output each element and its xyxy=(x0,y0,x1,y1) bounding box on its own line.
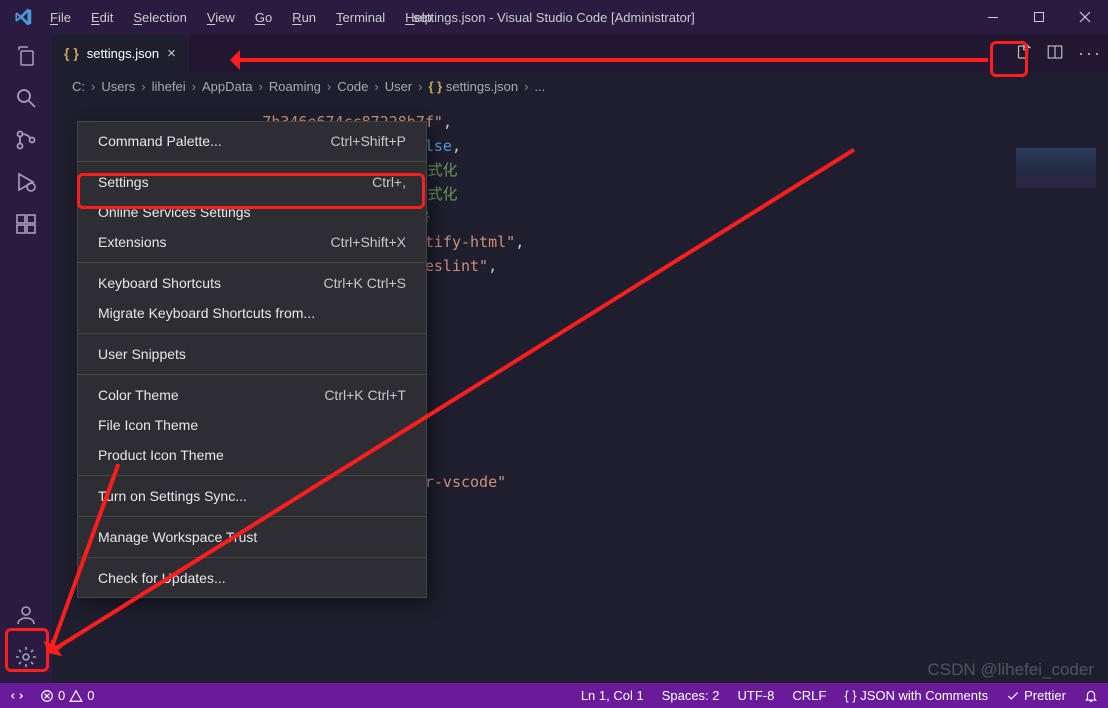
source-control-icon[interactable] xyxy=(12,126,40,154)
tab-label: settings.json xyxy=(87,46,159,61)
menu-item-online-services-settings[interactable]: Online Services Settings xyxy=(78,197,426,227)
vscode-logo-icon xyxy=(14,8,32,26)
breadcrumb-segment[interactable]: Users xyxy=(101,79,135,94)
menu-item-keyboard-shortcuts[interactable]: Keyboard ShortcutsCtrl+K Ctrl+S xyxy=(78,268,426,298)
breadcrumb-segment[interactable]: { } settings.json xyxy=(428,79,518,94)
close-icon[interactable]: × xyxy=(167,46,176,61)
menu-item-product-icon-theme[interactable]: Product Icon Theme xyxy=(78,440,426,470)
breadcrumb-segment[interactable]: Code xyxy=(337,79,368,94)
menu-selection[interactable]: Selection xyxy=(125,6,194,29)
menu-item-migrate-keyboard-shortcuts-from[interactable]: Migrate Keyboard Shortcuts from... xyxy=(78,298,426,328)
minimize-button[interactable] xyxy=(970,0,1016,34)
menu-terminal[interactable]: Terminal xyxy=(328,6,393,29)
open-settings-ui-icon[interactable] xyxy=(1014,43,1032,64)
breadcrumb-segment[interactable]: Roaming xyxy=(269,79,321,94)
notifications-bell-icon[interactable] xyxy=(1084,689,1098,703)
indentation[interactable]: Spaces: 2 xyxy=(662,688,720,703)
menu-view[interactable]: View xyxy=(199,6,243,29)
extensions-icon[interactable] xyxy=(12,210,40,238)
window-controls xyxy=(970,0,1108,34)
tab-settings-json[interactable]: { } settings.json × xyxy=(52,34,189,72)
problems-indicator[interactable]: 0 0 xyxy=(40,688,94,703)
language-mode[interactable]: { } JSON with Comments xyxy=(844,688,988,703)
breadcrumb-segment[interactable]: AppData xyxy=(202,79,253,94)
menu-item-color-theme[interactable]: Color ThemeCtrl+K Ctrl+T xyxy=(78,380,426,410)
breadcrumbs[interactable]: C:›Users›lihefei›AppData›Roaming›Code›Us… xyxy=(52,72,1108,100)
cursor-position[interactable]: Ln 1, Col 1 xyxy=(581,688,644,703)
menu-item-turn-on-settings-sync[interactable]: Turn on Settings Sync... xyxy=(78,481,426,511)
breadcrumb-segment[interactable]: ... xyxy=(534,79,545,94)
window-title: settings.json - Visual Studio Code [Admi… xyxy=(413,10,695,25)
status-bar: 0 0 Ln 1, Col 1 Spaces: 2 UTF-8 CRLF { }… xyxy=(0,683,1108,708)
run-debug-icon[interactable] xyxy=(12,168,40,196)
breadcrumb-segment[interactable]: User xyxy=(385,79,412,94)
watermark: CSDN @lihefei_coder xyxy=(927,660,1094,680)
menu-go[interactable]: Go xyxy=(247,6,280,29)
close-button[interactable] xyxy=(1062,0,1108,34)
menu-file[interactable]: File xyxy=(42,6,79,29)
json-icon: { } xyxy=(64,45,79,61)
menu-item-check-for-updates[interactable]: Check for Updates... xyxy=(78,563,426,593)
menu-item-settings[interactable]: SettingsCtrl+, xyxy=(78,167,426,197)
accounts-icon[interactable] xyxy=(12,601,40,629)
explorer-icon[interactable] xyxy=(12,42,40,70)
menu-edit[interactable]: Edit xyxy=(83,6,121,29)
maximize-button[interactable] xyxy=(1016,0,1062,34)
more-actions-icon[interactable]: ··· xyxy=(1078,43,1102,64)
remote-indicator[interactable] xyxy=(10,689,24,703)
search-icon[interactable] xyxy=(12,84,40,112)
menu-item-user-snippets[interactable]: User Snippets xyxy=(78,339,426,369)
manage-gear-icon[interactable] xyxy=(12,643,40,671)
prettier-status[interactable]: Prettier xyxy=(1006,688,1066,703)
activity-bar xyxy=(0,34,52,683)
menu-item-command-palette[interactable]: Command Palette...Ctrl+Shift+P xyxy=(78,126,426,156)
menu-item-extensions[interactable]: ExtensionsCtrl+Shift+X xyxy=(78,227,426,257)
minimap[interactable] xyxy=(1016,148,1096,188)
menu-bar: FileEditSelectionViewGoRunTerminalHelp xyxy=(42,6,440,29)
menu-run[interactable]: Run xyxy=(284,6,324,29)
menu-item-file-icon-theme[interactable]: File Icon Theme xyxy=(78,410,426,440)
breadcrumb-segment[interactable]: lihefei xyxy=(152,79,186,94)
tabs-row: { } settings.json × ··· xyxy=(52,34,1108,72)
breadcrumb-segment[interactable]: C: xyxy=(72,79,85,94)
split-editor-icon[interactable] xyxy=(1046,43,1064,64)
annotation-arrow xyxy=(232,58,988,62)
eol[interactable]: CRLF xyxy=(792,688,826,703)
title-bar: FileEditSelectionViewGoRunTerminalHelp s… xyxy=(0,0,1108,34)
encoding[interactable]: UTF-8 xyxy=(738,688,775,703)
